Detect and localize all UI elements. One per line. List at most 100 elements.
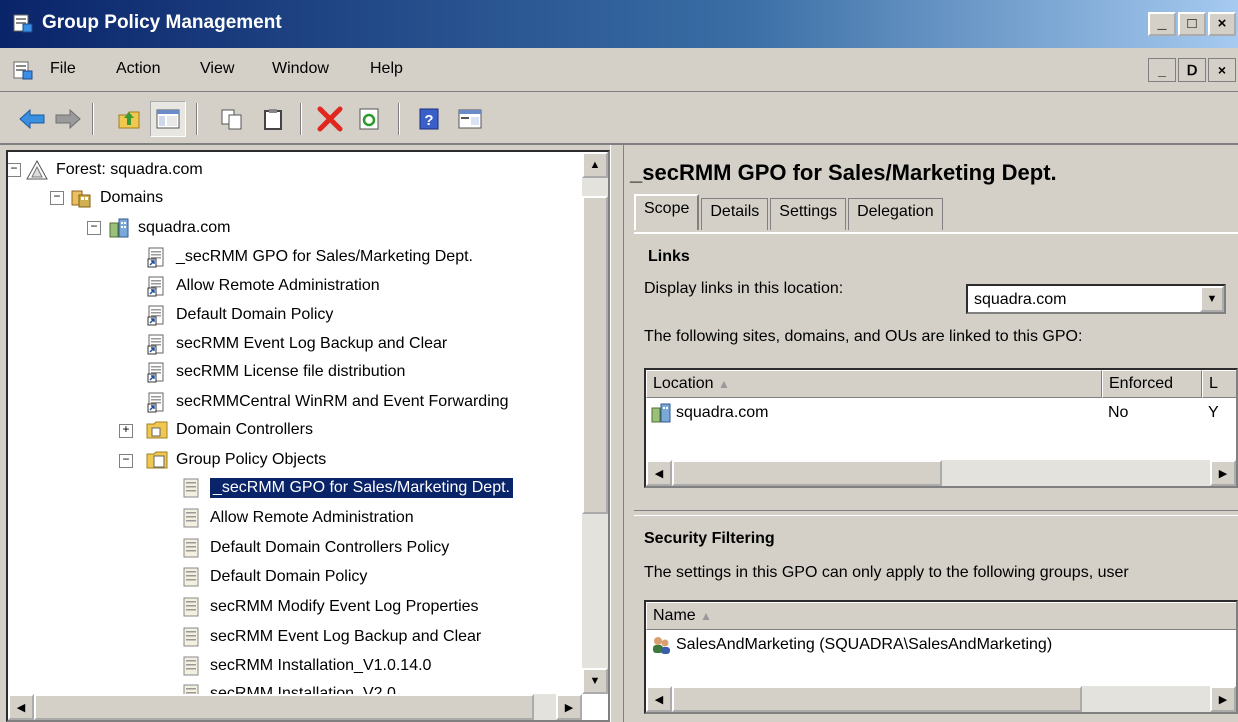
tree-label-gpo-container: Group Policy Objects xyxy=(176,451,327,468)
tab-delegation[interactable]: Delegation xyxy=(848,198,943,230)
refresh-button[interactable] xyxy=(352,101,388,137)
up-one-level-button[interactable] xyxy=(112,101,148,137)
scroll-thumb[interactable] xyxy=(582,196,608,514)
collapse-domains[interactable]: − xyxy=(50,191,64,205)
menu-view[interactable]: View xyxy=(200,60,234,78)
mdi-close-button[interactable]: × xyxy=(1208,58,1236,82)
scroll-left-button[interactable]: ◀ xyxy=(646,686,672,712)
tree-gpo-link[interactable]: Default Domain Policy xyxy=(146,301,333,329)
back-button[interactable] xyxy=(14,101,50,137)
scroll-thumb[interactable] xyxy=(34,694,534,720)
menu-file[interactable]: File xyxy=(50,60,76,78)
scroll-thumb[interactable] xyxy=(672,686,1082,712)
tree-node-forest[interactable]: Forest: squadra.com xyxy=(26,156,203,184)
menu-window[interactable]: Window xyxy=(272,60,329,78)
scroll-up-button[interactable]: ▲ xyxy=(582,152,608,178)
tree-gpo-link-label: Default Domain Policy xyxy=(176,306,334,323)
tab-details[interactable]: Details xyxy=(701,198,769,230)
gpo-folder-icon xyxy=(146,451,168,469)
tree-horizontal-scrollbar[interactable]: ◀ ▶ xyxy=(8,694,582,720)
minimize-button[interactable]: _ xyxy=(1148,12,1176,36)
location-select-value: squadra.com xyxy=(974,291,1067,308)
refresh-icon xyxy=(359,108,379,130)
menu-action[interactable]: Action xyxy=(116,60,160,78)
up-folder-icon xyxy=(118,111,140,129)
paste-button[interactable] xyxy=(256,101,292,137)
copy-icon xyxy=(221,109,242,130)
tree-label-domains: Domains xyxy=(100,189,164,206)
pane-splitter[interactable] xyxy=(610,145,624,722)
toolbar-separator xyxy=(92,103,94,135)
tree-gpo-link[interactable]: _secRMM GPO for Sales/Marketing Dept. xyxy=(146,243,473,271)
collapse-domain[interactable]: − xyxy=(87,221,101,235)
tree-gpo[interactable]: secRMM Modify Event Log Properties xyxy=(180,593,479,621)
column-name[interactable]: Name ▲ xyxy=(646,602,1236,630)
console-icon[interactable] xyxy=(12,59,34,81)
mdi-restore-button[interactable]: ᗞ xyxy=(1178,58,1206,82)
scroll-left-button[interactable]: ◀ xyxy=(8,694,34,720)
tree-gpo[interactable]: secRMM Installation_V1.0.14.0 xyxy=(180,652,431,680)
gpo-icon xyxy=(183,656,199,676)
column-location[interactable]: Location ▲ xyxy=(646,370,1102,398)
domain-icon xyxy=(651,403,671,423)
sort-ascending-icon: ▲ xyxy=(700,609,713,623)
tree-node-domains[interactable]: Domains xyxy=(70,184,163,212)
tree-gpo-link[interactable]: Allow Remote Administration xyxy=(146,272,380,300)
back-icon xyxy=(19,108,45,130)
tree-gpo-selected[interactable]: _secRMM GPO for Sales/Marketing Dept. xyxy=(180,474,513,502)
expand-domain-controllers[interactable]: + xyxy=(119,424,133,438)
properties-button[interactable] xyxy=(452,101,488,137)
gpmc-app-icon xyxy=(13,14,33,33)
menu-help[interactable]: Help xyxy=(370,60,403,78)
security-horizontal-scrollbar[interactable]: ◀ ▶ xyxy=(646,686,1236,712)
tree-gpo-link[interactable]: secRMMCentral WinRM and Event Forwarding xyxy=(146,388,586,416)
close-window-button[interactable]: × xyxy=(1208,12,1236,36)
chevron-down-icon[interactable]: ▼ xyxy=(1200,286,1224,312)
forward-button[interactable] xyxy=(50,101,86,137)
help-button[interactable]: ? xyxy=(412,101,448,137)
scroll-down-button[interactable]: ▼ xyxy=(582,668,608,694)
section-splitter[interactable] xyxy=(634,510,1238,516)
maximize-button[interactable]: □ xyxy=(1178,12,1206,36)
scroll-right-button[interactable]: ▶ xyxy=(556,694,582,720)
scroll-right-button[interactable]: ▶ xyxy=(1210,686,1236,712)
tree-gpo-label: Default Domain Policy xyxy=(210,568,368,585)
scroll-right-button[interactable]: ▶ xyxy=(1210,460,1236,486)
copy-button[interactable] xyxy=(214,101,250,137)
tree-gpo[interactable]: secRMM Event Log Backup and Clear xyxy=(180,623,481,651)
links-horizontal-scrollbar[interactable]: ◀ ▶ xyxy=(646,460,1236,486)
tree-node-domain-controllers[interactable]: Domain Controllers xyxy=(146,416,313,444)
location-select[interactable]: squadra.com ▼ xyxy=(966,284,1226,314)
tree-vertical-scrollbar[interactable]: ▲ ▼ xyxy=(582,152,608,694)
tree-gpo-link-label: secRMM Event Log Backup and Clear xyxy=(176,335,448,352)
column-enforced[interactable]: Enforced xyxy=(1102,370,1202,398)
tab-settings[interactable]: Settings xyxy=(770,198,847,230)
table-row[interactable]: SalesAndMarketing (SQUADRA\SalesAndMarke… xyxy=(646,632,1052,658)
tree-gpo[interactable]: Default Domain Policy xyxy=(180,563,367,591)
tree-gpo-link[interactable]: secRMM License file distribution xyxy=(146,358,405,386)
show-hide-tree-button[interactable] xyxy=(150,101,186,137)
links-listview[interactable]: Location ▲ Enforced L squadra.com No Y ◀… xyxy=(644,368,1238,488)
mdi-minimize-button[interactable]: _ xyxy=(1148,58,1176,82)
forest-icon xyxy=(26,159,48,180)
delete-button[interactable] xyxy=(312,101,348,137)
collapse-gpo-container[interactable]: − xyxy=(119,454,133,468)
scroll-left-button[interactable]: ◀ xyxy=(646,460,672,486)
console-tree[interactable]: − Forest: squadra.com − Domains − squadr… xyxy=(6,150,610,722)
scroll-thumb[interactable] xyxy=(672,460,942,486)
table-row[interactable]: squadra.com No Y xyxy=(646,400,1236,426)
column-link-enabled[interactable]: L xyxy=(1202,370,1236,398)
tree-node-gpo-container[interactable]: Group Policy Objects xyxy=(146,446,326,474)
security-listview[interactable]: Name ▲ SalesAndMarketing (SQUADRA\SalesA… xyxy=(644,600,1238,714)
tree-gpo[interactable]: Allow Remote Administration xyxy=(180,504,414,532)
delete-icon xyxy=(317,106,343,132)
tree-gpo-label: secRMM Modify Event Log Properties xyxy=(210,598,479,615)
tree-gpo-link[interactable]: secRMM Event Log Backup and Clear xyxy=(146,330,447,358)
tree-gpo[interactable]: Default Domain Controllers Policy xyxy=(180,534,449,562)
tree-node-domain[interactable]: squadra.com xyxy=(108,214,231,242)
linked-note: The following sites, domains, and OUs ar… xyxy=(644,328,1083,345)
tab-scope[interactable]: Scope xyxy=(634,194,700,230)
collapse-forest[interactable]: − xyxy=(8,163,21,177)
gpo-link-icon xyxy=(147,392,164,413)
tree-gpo-link-label: secRMMCentral WinRM and Event Forwarding xyxy=(176,393,509,410)
